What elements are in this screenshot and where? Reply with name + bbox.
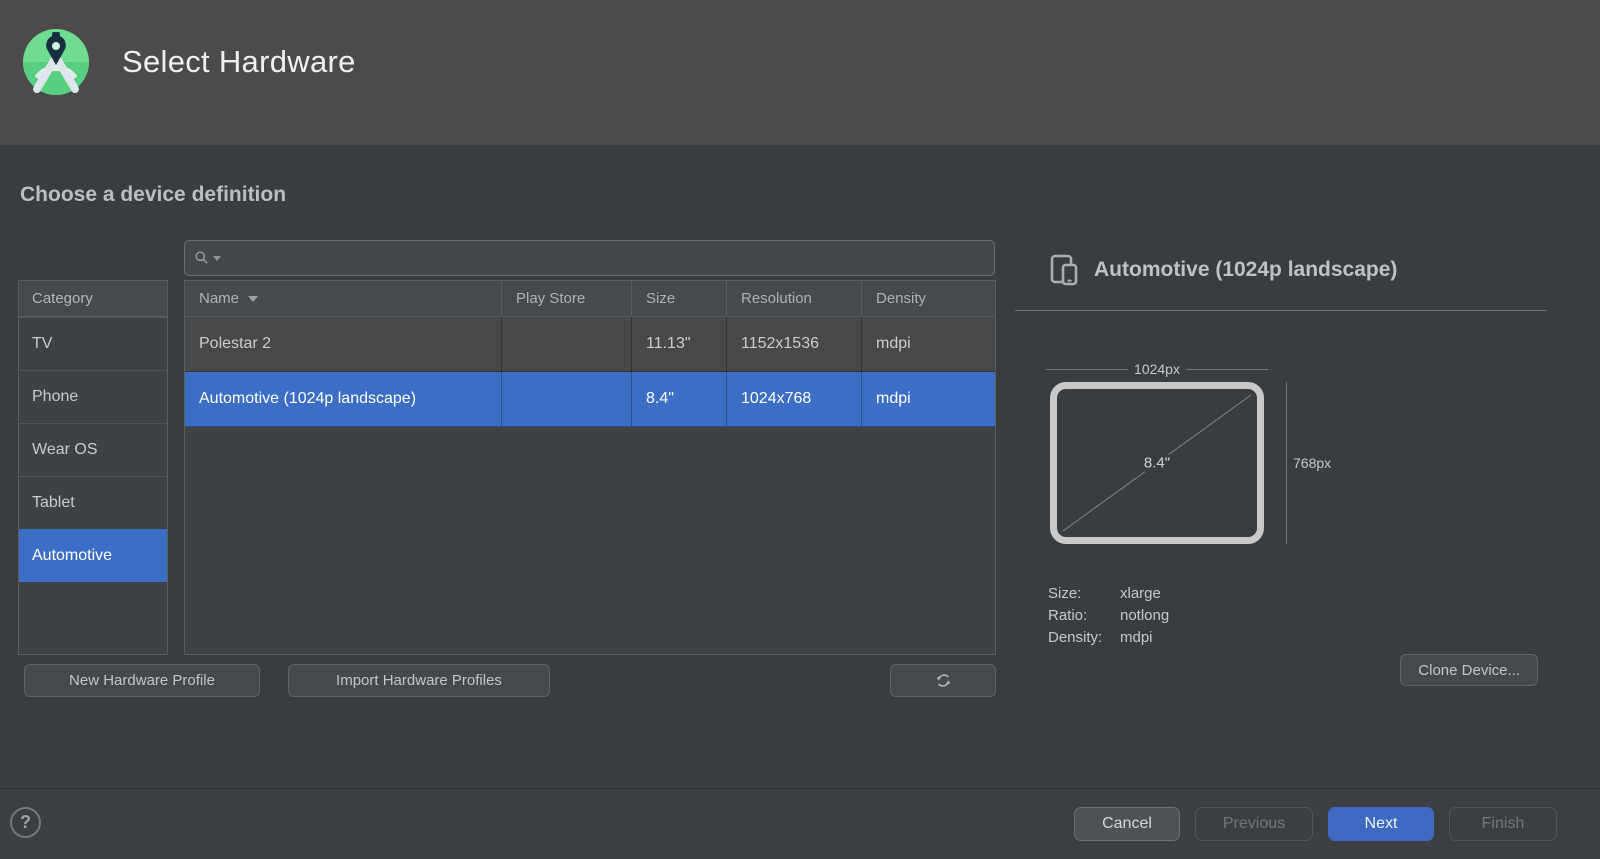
device-specs: Size: xlarge Ratio: notlong Density: mdp… <box>1048 582 1169 648</box>
details-separator <box>1015 310 1547 311</box>
cell-density: mdpi <box>862 317 995 371</box>
category-item-automotive[interactable]: Automotive <box>19 529 167 582</box>
cell-play-store <box>502 317 632 371</box>
dimension-line <box>1046 369 1128 370</box>
category-item-wear-os[interactable]: Wear OS <box>19 423 167 476</box>
spec-size-value: xlarge <box>1120 585 1161 602</box>
dialog-footer: ? Cancel Previous Next Finish <box>0 788 1600 859</box>
refresh-icon <box>934 671 953 690</box>
column-header-play-store[interactable]: Play Store <box>502 281 632 316</box>
column-header-resolution[interactable]: Resolution <box>727 281 862 316</box>
refresh-button[interactable] <box>890 664 996 697</box>
spec-density-label: Density: <box>1048 629 1120 646</box>
devices-icon <box>1048 253 1082 287</box>
spec-size: Size: xlarge <box>1048 582 1169 604</box>
cell-name: Polestar 2 <box>185 317 502 371</box>
category-list: Category TV Phone Wear OS Tablet Automot… <box>18 280 168 655</box>
sort-descending-icon <box>248 296 258 302</box>
spec-density: Density: mdpi <box>1048 626 1169 648</box>
device-details-header: Automotive (1024p landscape) <box>1048 253 1397 287</box>
column-header-name-label: Name <box>199 290 239 307</box>
cell-size: 8.4" <box>632 372 727 426</box>
new-hardware-profile-button[interactable]: New Hardware Profile <box>24 664 260 697</box>
height-dimension-label: 768px <box>1293 382 1331 544</box>
table-row-automotive-1024p[interactable]: Automotive (1024p landscape) 8.4" 1024x7… <box>185 372 995 427</box>
category-item-tv[interactable]: TV <box>19 317 167 370</box>
spec-density-value: mdpi <box>1120 629 1153 646</box>
device-table-header: Name Play Store Size Resolution Density <box>185 281 995 317</box>
device-table: Name Play Store Size Resolution Density … <box>184 280 996 655</box>
cell-name: Automotive (1024p landscape) <box>185 372 502 426</box>
cell-resolution: 1152x1536 <box>727 317 862 371</box>
dialog-header: Select Hardware <box>0 0 1600 145</box>
width-dimension-label: 1024px <box>1134 361 1180 377</box>
search-input[interactable] <box>229 250 985 267</box>
spec-ratio-label: Ratio: <box>1048 607 1120 624</box>
category-column-header: Category <box>19 281 167 317</box>
clone-device-button[interactable]: Clone Device... <box>1400 654 1538 686</box>
width-dimension: 1024px <box>1046 361 1268 377</box>
spec-size-label: Size: <box>1048 585 1120 602</box>
column-header-name[interactable]: Name <box>185 281 502 316</box>
next-button[interactable]: Next <box>1328 807 1434 841</box>
spec-ratio: Ratio: notlong <box>1048 604 1169 626</box>
finish-button[interactable]: Finish <box>1449 807 1557 841</box>
category-item-tablet[interactable]: Tablet <box>19 476 167 529</box>
cell-resolution: 1024x768 <box>727 372 862 426</box>
footer-buttons: Cancel Previous Next Finish <box>1074 807 1557 841</box>
select-hardware-dialog: Select Hardware Choose a device definiti… <box>0 0 1600 859</box>
spec-ratio-value: notlong <box>1120 607 1169 624</box>
cell-density: mdpi <box>862 372 995 426</box>
device-details-title: Automotive (1024p landscape) <box>1094 258 1397 282</box>
section-heading: Choose a device definition <box>20 183 286 207</box>
search-history-caret-icon[interactable] <box>213 256 221 261</box>
search-input-wrapper[interactable] <box>184 240 995 276</box>
dialog-title: Select Hardware <box>122 0 356 124</box>
dimension-line <box>1186 369 1268 370</box>
cell-play-store <box>502 372 632 426</box>
cell-size: 11.13" <box>632 317 727 371</box>
category-item-phone[interactable]: Phone <box>19 370 167 423</box>
search-icon <box>194 250 210 266</box>
diagonal-size-label: 8.4" <box>1138 455 1176 472</box>
import-hardware-profiles-button[interactable]: Import Hardware Profiles <box>288 664 550 697</box>
column-header-size[interactable]: Size <box>632 281 727 316</box>
android-studio-logo-icon <box>20 26 92 98</box>
column-header-density[interactable]: Density <box>862 281 995 316</box>
previous-button[interactable]: Previous <box>1195 807 1313 841</box>
table-row-polestar-2[interactable]: Polestar 2 11.13" 1152x1536 mdpi <box>185 317 995 372</box>
help-icon[interactable]: ? <box>10 807 41 838</box>
screen-diagram: 8.4" <box>1050 382 1264 544</box>
height-dimension-line <box>1286 382 1287 544</box>
cancel-button[interactable]: Cancel <box>1074 807 1180 841</box>
main-content: Choose a device definition Category TV P… <box>0 145 1600 788</box>
